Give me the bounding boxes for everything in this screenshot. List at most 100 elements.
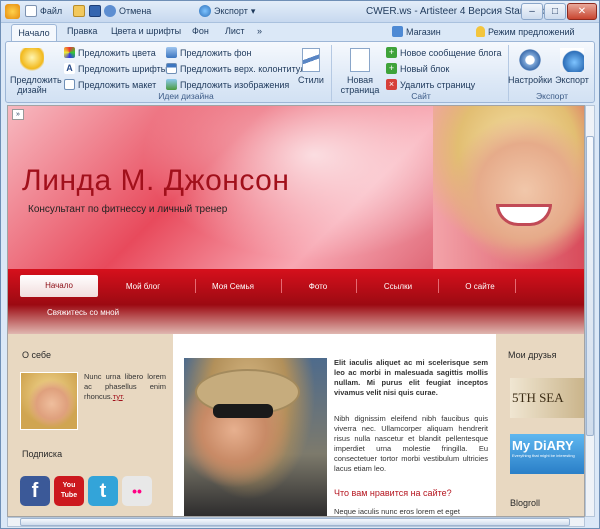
nav-item-blog[interactable]: Мой блог (108, 282, 178, 291)
header-photo (433, 106, 584, 269)
save-button[interactable] (89, 5, 101, 17)
undo-button[interactable]: Отмена (104, 5, 151, 17)
settings-icon (518, 48, 542, 72)
styles-button[interactable]: Стили (298, 48, 324, 85)
nav-divider (281, 279, 282, 293)
undo-icon (104, 5, 116, 17)
site-subtitle[interactable]: Консультант по фитнессу и личный тренер (28, 204, 227, 215)
friend-banner-mydiary[interactable]: My DiARY Everything that might be intere… (510, 434, 584, 474)
design-canvas[interactable]: » Линда М. Джонсон Консультант по фитнес… (7, 105, 585, 517)
friends-heading[interactable]: Мои друзья (508, 350, 556, 360)
site-title[interactable]: Линда М. Джонсон (22, 164, 289, 198)
horizontal-scrollbar[interactable] (7, 517, 585, 527)
plus-icon: + (386, 63, 397, 74)
new-block-button[interactable]: + Новый блок (386, 63, 449, 74)
close-button[interactable]: ✕ (567, 3, 597, 20)
brush-icon (302, 48, 320, 72)
group-label-site: Сайт (411, 91, 431, 101)
nav-item-home[interactable]: Начало (20, 275, 98, 297)
vertical-scrollbar[interactable] (585, 105, 595, 517)
tab-colors-fonts[interactable]: Цвета и шрифты (111, 26, 181, 36)
about-heading[interactable]: О себе (22, 350, 51, 360)
lead-paragraph[interactable]: Elit iaculis aliquet ac mi scelerisque s… (334, 358, 488, 398)
right-sidebar: Мои друзья 5TH SEA My DiARY Everything t… (496, 334, 584, 516)
content-photo-sunglasses (213, 404, 273, 418)
nav-item-photo[interactable]: Фото (283, 282, 353, 291)
friend-banner-5thsea[interactable]: 5TH SEA (510, 378, 584, 418)
nav-item-contact[interactable]: Свяжитесь со мной (38, 308, 128, 317)
globe-icon (199, 5, 211, 17)
avatar (20, 372, 78, 430)
footer-paragraph[interactable]: Neque iaculis nunc eros lorem et eget (334, 507, 488, 516)
shop-icon (392, 26, 403, 37)
subscribe-heading[interactable]: Подписка (22, 449, 62, 459)
about-link[interactable]: тут (113, 392, 123, 401)
vertical-scroll-thumb[interactable] (586, 136, 594, 436)
nav-item-links[interactable]: Ссылки (363, 282, 433, 291)
app-logo-icon[interactable] (5, 4, 20, 19)
new-page-button[interactable]: Новая страница (338, 48, 382, 95)
delete-icon: × (386, 79, 397, 90)
ribbon: Предложить дизайн Предложить цвета A Пре… (5, 41, 595, 103)
nav-divider (195, 279, 196, 293)
suggest-design-button[interactable]: Предложить дизайн (10, 48, 62, 95)
layout-icon (64, 79, 75, 90)
banner-title: My DiARY (512, 438, 574, 453)
suggest-colors-button[interactable]: Предложить цвета (64, 47, 156, 58)
palette-icon (64, 47, 75, 58)
tab-more[interactable]: » (257, 26, 262, 36)
file-icon (25, 5, 37, 17)
chevron-down-icon: ▾ (250, 5, 256, 16)
window-title: CWER.ws - Artisteer 4 Версия Standard (366, 6, 546, 17)
shop-link[interactable]: Магазин (392, 26, 441, 37)
youtube-icon[interactable]: You Tube (54, 476, 84, 506)
background-icon (166, 47, 177, 58)
suggest-bg-button[interactable]: Предложить фон (166, 47, 252, 58)
blogroll-heading[interactable]: Blogroll (510, 498, 540, 508)
suggest-layout-button[interactable]: Предложить макет (64, 79, 156, 90)
settings-button[interactable]: Настройки (508, 48, 552, 85)
image-icon (166, 79, 177, 90)
delete-page-button[interactable]: × Удалить страницу (386, 79, 475, 90)
suggest-images-button[interactable]: Предложить изображения (166, 79, 289, 90)
nav-divider (438, 279, 439, 293)
body-paragraph[interactable]: Nibh dignissim eleifend nibh faucibus qu… (334, 414, 488, 474)
nav-item-family[interactable]: Моя Семья (198, 282, 268, 291)
tab-home[interactable]: Начало (11, 24, 57, 42)
expand-panel-button[interactable]: » (12, 109, 24, 120)
banner-subtitle: Everything that might be interesting (512, 453, 575, 458)
ribbon-tabs: Начало Правка Цвета и шрифты Фон Лист » … (1, 23, 599, 42)
font-icon: A (64, 63, 75, 74)
app-window: Файл Отмена Экспорт ▾ CWER.ws - Artistee… (0, 0, 600, 529)
new-post-button[interactable]: + Новое сообщение блога (386, 47, 501, 58)
maximize-button[interactable]: □ (544, 3, 566, 20)
title-bar: Файл Отмена Экспорт ▾ CWER.ws - Artistee… (1, 1, 599, 23)
minimize-button[interactable]: – (521, 3, 543, 20)
header-icon (166, 63, 177, 74)
file-menu-button[interactable]: Файл (25, 5, 62, 17)
new-page-icon (350, 48, 370, 72)
save-icon (89, 5, 101, 17)
export-button[interactable]: Экспорт (552, 48, 592, 85)
suggestion-mode-toggle[interactable]: Режим предложений (476, 26, 575, 37)
horizontal-scroll-thumb[interactable] (20, 518, 570, 526)
plus-icon: + (386, 47, 397, 58)
nav-item-about[interactable]: О сайте (445, 282, 515, 291)
lightbulb-icon (476, 26, 485, 37)
tab-background[interactable]: Фон (192, 26, 209, 36)
tab-edit[interactable]: Правка (67, 26, 97, 36)
tab-sheet[interactable]: Лист (225, 26, 245, 36)
twitter-icon[interactable]: t (88, 476, 118, 506)
suggest-header-button[interactable]: Предложить верх. колонтитул (166, 63, 305, 74)
suggest-fonts-button[interactable]: A Предложить шрифты (64, 63, 167, 74)
nav-divider (515, 279, 516, 293)
open-button[interactable] (73, 5, 85, 17)
export-icon (560, 48, 584, 72)
facebook-icon[interactable]: f (20, 476, 50, 506)
flickr-icon[interactable]: •• (122, 476, 152, 506)
group-separator (331, 45, 332, 101)
question-heading[interactable]: Что вам нравится на сайте? (334, 488, 452, 498)
about-text[interactable]: Nunc urna libero lorem ac phasellus enim… (84, 372, 166, 402)
export-quick-button[interactable]: Экспорт ▾ (199, 5, 255, 17)
main-content: Elit iaculis aliquet ac mi scelerisque s… (173, 334, 496, 516)
